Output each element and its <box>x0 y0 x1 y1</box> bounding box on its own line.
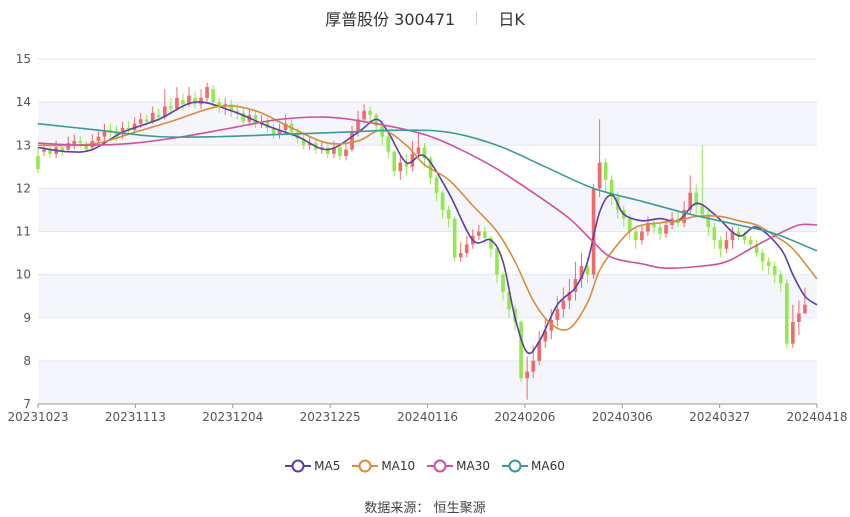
y-tick-label: 10 <box>16 268 31 282</box>
y-tick-label: 7 <box>23 397 31 411</box>
candle-body <box>434 177 439 193</box>
source-label: 数据来源： <box>364 501 430 516</box>
candle-body <box>760 253 765 262</box>
legend-item-ma60[interactable]: MA60 <box>502 458 565 473</box>
candle-body <box>803 304 807 314</box>
y-tick-label: 14 <box>16 95 31 109</box>
candle-body <box>78 140 83 144</box>
candle-body <box>362 110 366 120</box>
candle-body <box>169 106 173 109</box>
candle-body <box>483 231 487 238</box>
chart-legend: MA5 MA10 MA30 MA60 <box>0 458 850 473</box>
candle-body <box>211 89 215 103</box>
x-tick-label: 20240116 <box>397 410 458 424</box>
candle-body <box>416 147 421 154</box>
legend-label: MA60 <box>531 458 565 473</box>
legend-marker-icon <box>352 459 379 473</box>
y-tick-label: 12 <box>16 181 31 195</box>
candle-body <box>525 371 529 379</box>
candle-body <box>156 115 161 118</box>
candle-body <box>338 147 342 157</box>
candle-body <box>778 274 783 284</box>
x-tick-label: 20240306 <box>592 410 653 424</box>
candle-body <box>766 261 771 266</box>
candle-body <box>440 192 445 210</box>
x-tick-label: 20231023 <box>7 410 68 424</box>
x-tick-label: 20231204 <box>202 410 263 424</box>
candle-body <box>96 136 101 141</box>
candle-body <box>797 313 801 323</box>
candle-body <box>175 97 179 109</box>
candle-body <box>495 248 499 275</box>
grid-band <box>38 188 817 232</box>
y-tick-label: 13 <box>16 138 31 152</box>
legend-item-ma5[interactable]: MA5 <box>285 458 340 473</box>
candle-body <box>742 235 747 241</box>
candle-body <box>199 97 203 105</box>
legend-label: MA5 <box>314 458 341 473</box>
candle-body <box>555 309 560 320</box>
candle-body <box>205 87 209 98</box>
data-source: 数据来源： 恒生聚源 <box>0 497 850 516</box>
x-tick-label: 20240418 <box>786 410 847 424</box>
candle-body <box>458 253 463 258</box>
grid-band <box>38 274 817 318</box>
y-tick-label: 11 <box>16 225 31 239</box>
candle-body <box>446 209 451 219</box>
candle-body <box>724 240 729 249</box>
y-tick-label: 8 <box>23 354 31 368</box>
y-tick-label: 9 <box>23 311 31 325</box>
candle-body <box>42 149 46 152</box>
candle-body <box>326 147 330 154</box>
x-tick-label: 20240206 <box>494 410 555 424</box>
legend-item-ma30[interactable]: MA30 <box>427 458 490 473</box>
legend-label: MA10 <box>381 458 416 473</box>
legend-marker-icon <box>502 459 529 473</box>
candle-body <box>452 218 457 258</box>
candle-body <box>658 227 662 234</box>
candle-body <box>501 274 505 292</box>
candlestick-chart: 7 8 9 10 11 12 13 14 15 20231023 20231113 20231204 2… <box>7 52 847 424</box>
candle-body <box>791 322 795 344</box>
candle-body <box>748 240 753 245</box>
x-tick-label: 20240327 <box>689 410 750 424</box>
candle-body <box>181 99 185 105</box>
source-provider: 恒生聚源 <box>433 501 486 516</box>
candle-body <box>772 266 777 275</box>
legend-label: MA30 <box>456 458 491 473</box>
x-tick-label: 20231225 <box>300 410 361 424</box>
candle-body <box>193 97 197 105</box>
grid-band <box>38 102 817 146</box>
candle-body <box>718 240 723 249</box>
legend-marker-icon <box>285 459 312 473</box>
candle-body <box>150 112 155 122</box>
candle-body <box>477 231 481 236</box>
candle-body <box>597 162 602 189</box>
candle-body <box>36 156 40 169</box>
legend-item-ma10[interactable]: MA10 <box>352 458 415 473</box>
candle-body <box>392 151 397 172</box>
y-tick-label: 15 <box>16 52 31 66</box>
candle-body <box>464 244 469 254</box>
candle-body <box>784 283 789 344</box>
candle-body <box>386 136 391 152</box>
grid-band <box>38 360 817 404</box>
candle-body <box>664 225 668 234</box>
candle-body <box>344 149 348 157</box>
candle-body <box>640 231 644 241</box>
candle-body <box>138 119 143 124</box>
legend-marker-icon <box>427 459 454 473</box>
candle-body <box>398 162 403 172</box>
candle-body <box>368 110 372 116</box>
candle-body <box>519 322 523 379</box>
candle-body <box>603 162 608 180</box>
candle-body <box>634 231 638 241</box>
candle-body <box>700 205 705 215</box>
candle-body <box>712 227 717 241</box>
candle-body <box>561 300 566 310</box>
candle-body <box>144 119 149 122</box>
x-tick-label: 20231113 <box>105 410 166 424</box>
candle-body <box>531 360 535 372</box>
